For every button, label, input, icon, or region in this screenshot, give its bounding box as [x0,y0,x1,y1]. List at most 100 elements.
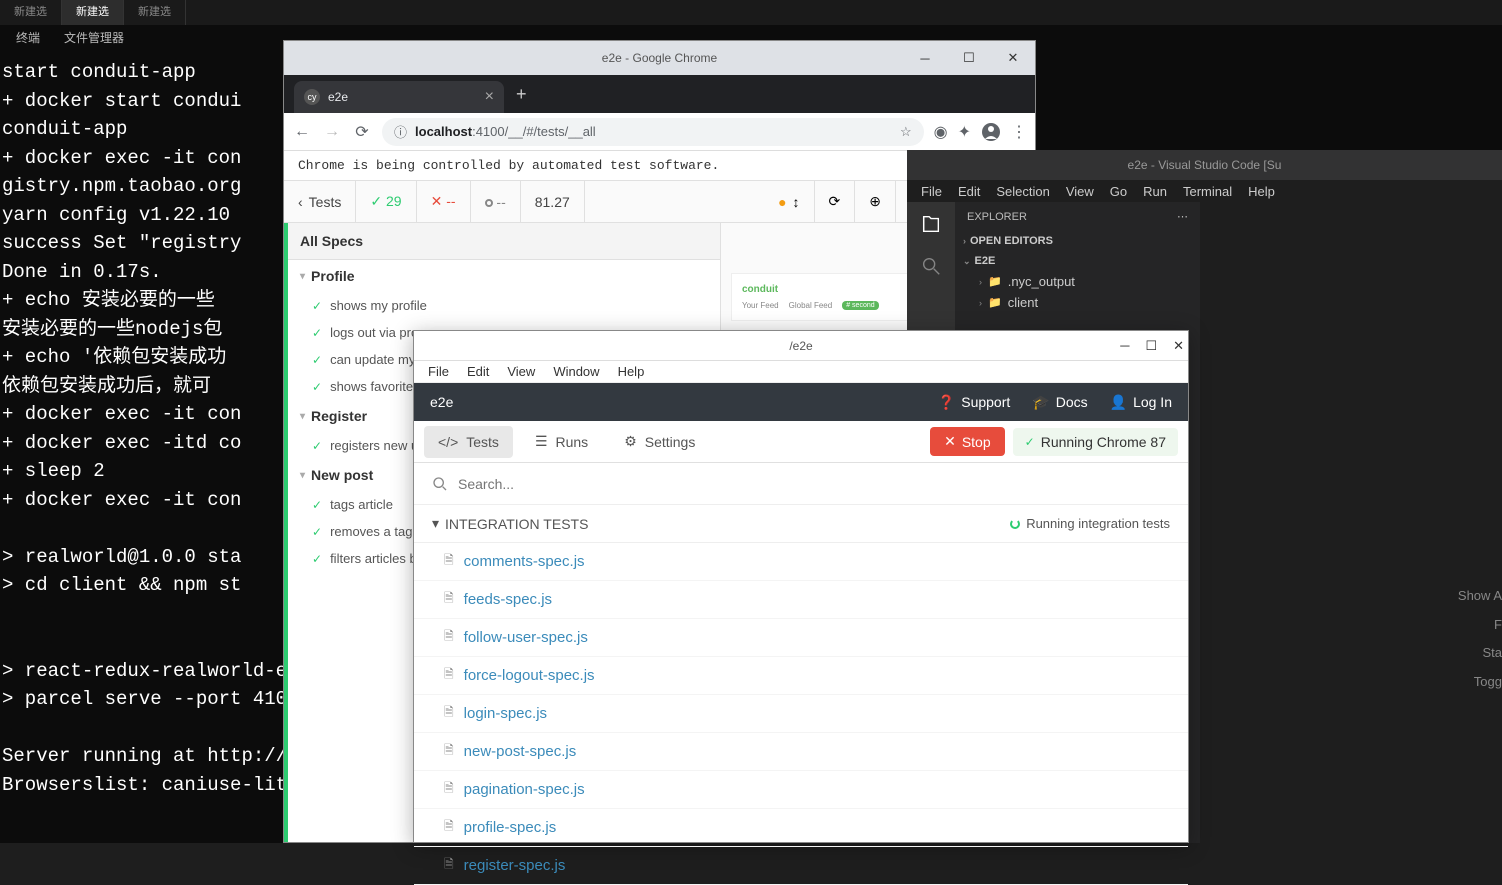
spec-file-list: 🗎comments-spec.js🗎feeds-spec.js🗎follow-u… [414,543,1188,885]
bookmark-icon[interactable]: ☆ [900,124,912,140]
terminal-subtab[interactable]: 文件管理器 [52,27,136,49]
menu-icon[interactable]: ⋮ [1011,122,1027,142]
address-input[interactable]: ⓘ localhost:4100/__/#/tests/__all ☆ [382,118,924,146]
cypress-menu-item[interactable]: View [499,362,543,381]
vscode-menu-item[interactable]: Help [1242,182,1281,201]
vscode-titlebar[interactable]: e2e - Visual Studio Code [Su [907,150,1502,180]
selector-playground-button[interactable]: ⊕ [855,181,896,222]
login-link[interactable]: 👤Log In [1110,394,1172,411]
explorer-icon[interactable] [919,212,943,236]
spec-file-item[interactable]: 🗎login-spec.js [414,695,1188,733]
chrome-tab[interactable]: cy e2e × [294,81,504,113]
test-suite-header[interactable]: ▾Profile [288,260,720,292]
folder-icon: 📁 [988,275,1002,288]
terminal-subtab[interactable]: 终端 [4,27,52,49]
vscode-menu-item[interactable]: Edit [952,182,986,201]
support-link[interactable]: ❓Support [938,394,1010,411]
new-tab-button[interactable]: + [516,84,527,105]
database-icon: ☰ [535,433,548,450]
spec-file-item[interactable]: 🗎force-logout-spec.js [414,657,1188,695]
spec-file-item[interactable]: 🗎comments-spec.js [414,543,1188,581]
cypress-menu-item[interactable]: File [420,362,457,381]
minimize-button[interactable]: ─ [903,41,947,75]
auto-scroll-toggle[interactable]: ● ↕ [764,181,814,222]
vscode-menu-item[interactable]: Terminal [1177,182,1238,201]
open-editors-section[interactable]: ›OPEN EDITORS [955,231,1200,251]
terminal-tab[interactable]: 新建选 [124,0,186,25]
cypress-header: e2e ❓Support 🎓Docs 👤Log In [414,383,1188,421]
user-icon: 👤 [1110,394,1127,411]
spec-file-item[interactable]: 🗎pagination-spec.js [414,771,1188,809]
profile-icon[interactable] [981,122,1001,142]
terminal-tab[interactable]: 新建选 [0,0,62,25]
search-input[interactable] [458,476,1170,492]
spec-file-item[interactable]: 🗎new-post-spec.js [414,733,1188,771]
fail-count: ✕ -- [417,181,471,222]
back-button[interactable]: ← [292,123,312,141]
vscode-menu-item[interactable]: Run [1137,182,1173,201]
cypress-extension-icon[interactable]: ◉ [934,122,948,142]
runs-tab[interactable]: ☰Runs [521,425,602,458]
close-icon[interactable]: × [485,88,494,106]
tests-back-button[interactable]: ‹ Tests [284,181,356,222]
extensions-icon[interactable]: ✦ [958,122,971,142]
more-icon[interactable]: ⋯ [1177,210,1188,223]
spec-file-item[interactable]: 🗎register-spec.js [414,847,1188,885]
maximize-button[interactable]: ☐ [947,41,991,75]
maximize-button[interactable]: ☐ [1145,338,1157,354]
site-info-icon[interactable]: ⓘ [394,122,407,141]
vscode-folder-item[interactable]: ›📁client [955,292,1200,313]
cypress-tabbar: </>Tests ☰Runs ⚙Settings ✕Stop ✓Running … [414,421,1188,463]
search-icon[interactable] [919,254,943,278]
status-dot-icon: ✓ [1025,435,1035,449]
terminal-tab-active[interactable]: 新建选 [62,0,124,25]
tests-tab[interactable]: </>Tests [424,426,513,458]
check-icon: ✓ [312,353,322,367]
file-icon: 🗎 [444,817,454,838]
file-icon: 🗎 [444,589,454,610]
terminal-tabs: 新建选 新建选 新建选 [0,0,1502,25]
reload-button[interactable]: ⟳ [352,122,372,142]
spec-file-item[interactable]: 🗎feeds-spec.js [414,581,1188,619]
minimize-button[interactable]: ─ [1120,338,1129,354]
vscode-menu-item[interactable]: Go [1104,182,1133,201]
close-button[interactable]: ✕ [991,41,1035,75]
time-elapsed: 81.27 [521,181,585,222]
docs-link[interactable]: 🎓Docs [1032,394,1087,411]
cypress-menu-item[interactable]: Help [610,362,653,381]
cypress-menu-item[interactable]: Window [545,362,607,381]
caret-down-icon: ▾ [432,515,439,532]
vscode-folder-item[interactable]: ›📁.nyc_output [955,271,1200,292]
vscode-menu-item[interactable]: File [915,182,948,201]
spinner-icon [1010,519,1020,529]
browser-status[interactable]: ✓Running Chrome 87 [1013,428,1178,456]
preview-tab: Global Feed [789,301,833,310]
vscode-menu-item[interactable]: View [1060,182,1100,201]
check-icon: ✓ [312,498,322,512]
all-specs-header: All Specs [288,223,720,260]
file-icon: 🗎 [444,703,454,724]
close-button[interactable]: ✕ [1173,338,1184,354]
forward-button[interactable]: → [322,123,342,141]
chrome-titlebar[interactable]: e2e - Google Chrome ─ ☐ ✕ [284,41,1035,75]
caret-icon: ▾ [300,470,305,481]
integration-tests-section[interactable]: ▾INTEGRATION TESTS Running integration t… [414,505,1188,543]
settings-tab[interactable]: ⚙Settings [610,425,709,458]
check-icon: ✓ [312,326,322,340]
cypress-menu-item[interactable]: Edit [459,362,497,381]
check-icon: ✓ [312,299,322,313]
spec-file-item[interactable]: 🗎profile-spec.js [414,809,1188,847]
vscode-menubar: FileEditSelection ViewGoRunTerminalHelp [907,180,1502,202]
stop-button[interactable]: ✕Stop [930,427,1005,456]
preview-tag: # second [842,301,878,310]
spec-file-item[interactable]: 🗎follow-user-spec.js [414,619,1188,657]
rerun-button[interactable]: ⟳ [815,181,856,222]
cypress-app-window: /e2e ─ ☐ ✕ FileEditViewWindowHelp e2e ❓S… [413,330,1189,843]
cypress-titlebar[interactable]: /e2e ─ ☐ ✕ [414,331,1188,361]
caret-icon: ▾ [300,411,305,422]
workspace-root[interactable]: ⌄E2E [955,251,1200,271]
test-item[interactable]: ✓shows my profile [288,292,720,319]
vscode-menu-item[interactable]: Selection [990,182,1055,201]
url-host: localhost [415,124,472,139]
chrome-tabbar: cy e2e × + [284,75,1035,113]
